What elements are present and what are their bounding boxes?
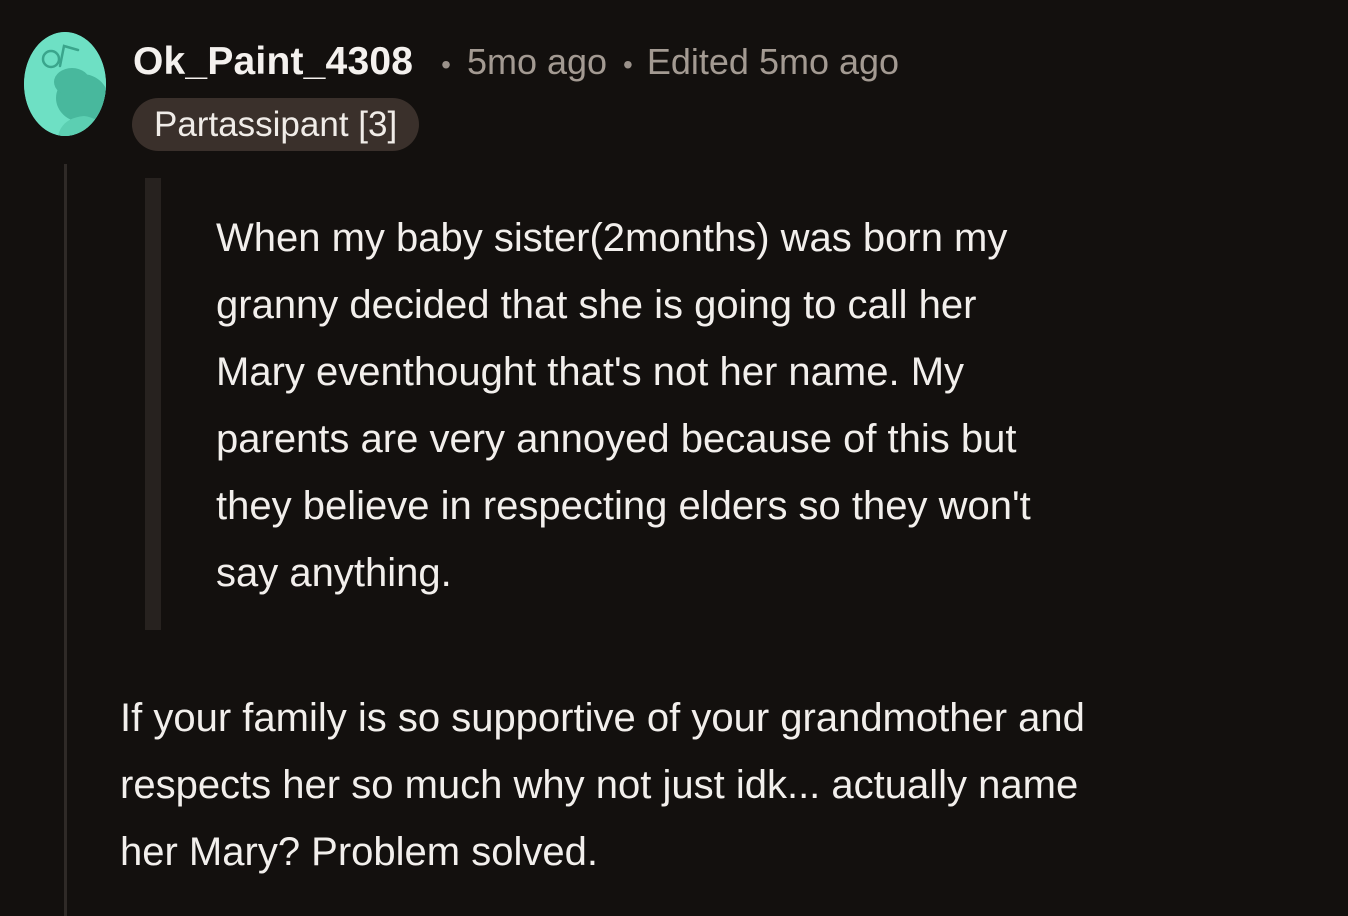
quote-line: When my baby sister(2months) was born my <box>216 216 1008 260</box>
blockquote: When my baby sister(2months) was born my… <box>216 205 1276 607</box>
timestamp[interactable]: 5mo ago <box>467 41 607 83</box>
quote-line: granny decided that she is going to call… <box>216 283 977 327</box>
quote-line: Mary eventhought that's not her name. My <box>216 350 965 394</box>
thread-line[interactable] <box>64 164 67 916</box>
avatar[interactable] <box>24 32 106 136</box>
quote-line: say anything. <box>216 551 452 595</box>
blockquote-bar <box>145 178 161 630</box>
comment-line: her Mary? Problem solved. <box>120 830 598 874</box>
edited-timestamp: Edited 5mo ago <box>646 41 900 82</box>
comment-line: If your family is so supportive of your … <box>120 696 1085 740</box>
user-flair: Partassipant [3] <box>132 98 420 151</box>
comment-line: respects her so much why not just idk...… <box>120 763 1079 807</box>
username-link[interactable]: Ok_Paint_4308 <box>133 40 413 84</box>
comment-body: If your family is so supportive of your … <box>120 685 1335 886</box>
comment-meta: Ok_Paint_4308 • 5mo ago • Edited 5mo ago <box>133 40 899 84</box>
quote-line: they believe in respecting elders so the… <box>216 484 1031 528</box>
separator-dot: • <box>623 49 633 80</box>
snoo-avatar-icon <box>24 32 106 136</box>
quote-line: parents are very annoyed because of this… <box>216 417 1017 461</box>
separator-dot: • <box>441 49 451 80</box>
